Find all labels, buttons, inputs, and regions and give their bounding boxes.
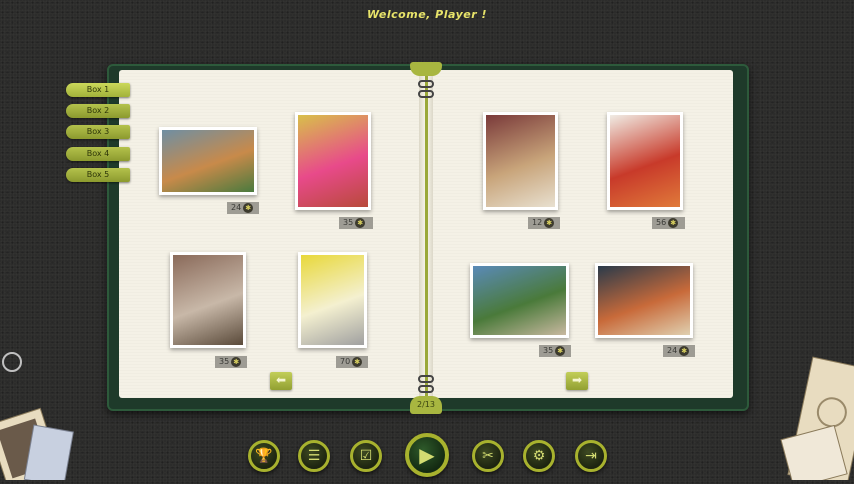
binder-ring <box>418 80 434 88</box>
piece-count-badge: 35 ✱ <box>339 217 373 229</box>
settings-button[interactable]: ⚙ <box>523 440 555 472</box>
welcome-text: Welcome, Player ! <box>367 8 487 21</box>
binder-ring <box>418 375 434 383</box>
puzzle-image <box>473 266 566 335</box>
menu-button[interactable]: ☰ <box>298 440 330 472</box>
box-tab-2[interactable]: Box 2 <box>66 104 130 118</box>
puzzle-thumbnail[interactable] <box>607 112 683 210</box>
puzzle-image <box>301 255 364 345</box>
puzzle-thumbnail[interactable] <box>595 263 693 338</box>
exit-button[interactable]: ⇥ <box>575 440 607 472</box>
puzzle-thumbnail[interactable] <box>470 263 569 338</box>
puzzle-piece-icon: ✱ <box>243 203 254 213</box>
play-button[interactable]: ▶ <box>405 433 449 477</box>
decor-postcards-right <box>780 340 854 484</box>
scissors-button[interactable]: ✂ <box>472 440 504 472</box>
piece-count-badge: 24 ✱ <box>663 345 695 357</box>
exit-door-icon: ⇥ <box>585 448 597 464</box>
album-page-left <box>119 70 419 398</box>
next-page-button[interactable]: ➡ <box>566 372 588 390</box>
puzzle-piece-icon: ✱ <box>544 218 555 228</box>
page-indicator: 2/13 <box>410 396 442 414</box>
play-icon: ▶ <box>419 443 435 467</box>
gear-icon: ⚙ <box>532 448 546 464</box>
decor-postcards-left <box>0 350 90 484</box>
puzzle-piece-icon: ✱ <box>555 346 566 356</box>
piece-count-badge: 35 ✱ <box>215 356 247 368</box>
piece-count: 35 <box>343 218 354 227</box>
bookmark-ribbon-top <box>410 62 442 76</box>
puzzle-piece-icon: ✱ <box>352 357 363 367</box>
piece-count: 56 <box>656 218 667 227</box>
binder-ring <box>418 385 434 393</box>
box-tab-5[interactable]: Box 5 <box>66 168 130 182</box>
puzzle-image <box>298 115 368 207</box>
box-tab-3[interactable]: Box 3 <box>66 125 130 139</box>
piece-count: 24 <box>667 346 678 355</box>
box-tab-4[interactable]: Box 4 <box>66 147 130 161</box>
piece-count: 24 <box>231 203 242 212</box>
piece-count-badge: 12 ✱ <box>528 217 560 229</box>
piece-count: 70 <box>340 357 351 366</box>
bookmark-ribbon <box>425 66 428 406</box>
piece-count-badge: 24 ✱ <box>227 202 259 214</box>
checkbox-icon: ☑ <box>359 448 373 464</box>
puzzle-image <box>486 115 555 207</box>
piece-count: 12 <box>532 218 543 227</box>
puzzle-thumbnail[interactable] <box>298 252 367 348</box>
box-tab-1[interactable]: Box 1 <box>66 83 130 97</box>
piece-count: 35 <box>543 346 554 355</box>
puzzle-thumbnail[interactable] <box>159 127 257 195</box>
puzzle-image <box>598 266 690 335</box>
check-button[interactable]: ☑ <box>350 440 382 472</box>
prev-page-button[interactable]: ⬅ <box>270 372 292 390</box>
binder-ring <box>418 90 434 98</box>
trophy-button[interactable]: 🏆 <box>248 440 280 472</box>
scissors-icon: ✂ <box>482 448 494 464</box>
piece-count: 35 <box>219 357 230 366</box>
puzzle-thumbnail[interactable] <box>295 112 371 210</box>
piece-count-badge: 70 ✱ <box>336 356 368 368</box>
puzzle-thumbnail[interactable] <box>170 252 246 348</box>
puzzle-image <box>610 115 680 207</box>
list-icon: ☰ <box>307 448 321 464</box>
piece-count-badge: 35 ✱ <box>539 345 571 357</box>
puzzle-piece-icon: ✱ <box>679 346 690 356</box>
puzzle-image <box>162 130 254 192</box>
trophy-icon: 🏆 <box>255 448 273 464</box>
puzzle-piece-icon: ✱ <box>231 357 242 367</box>
puzzle-piece-icon: ✱ <box>355 218 366 228</box>
puzzle-image <box>173 255 243 345</box>
piece-count-badge: 56 ✱ <box>652 217 685 229</box>
puzzle-piece-icon: ✱ <box>668 218 679 228</box>
puzzle-thumbnail[interactable] <box>483 112 558 210</box>
